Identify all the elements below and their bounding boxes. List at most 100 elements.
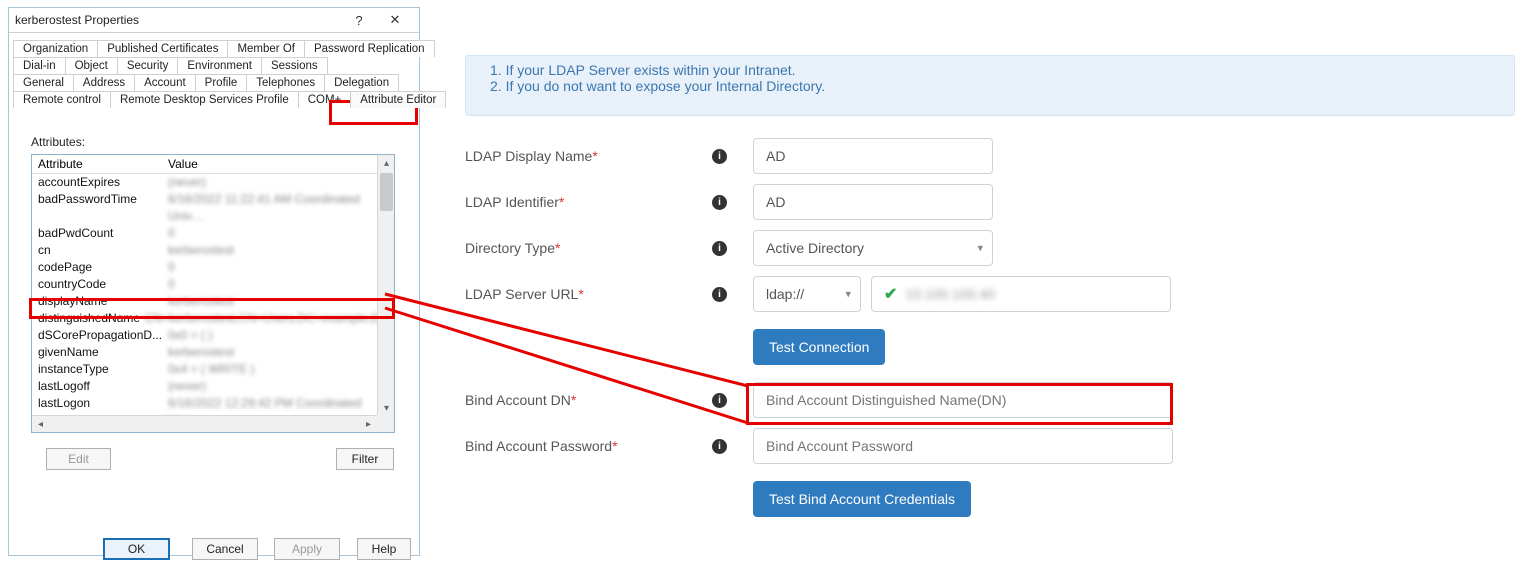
attr-value: 0 [168,276,388,293]
tab-general[interactable]: General [13,74,74,91]
scrollbar-vertical[interactable]: ▴ ▾ [377,155,394,417]
row-bind-password: Bind Account Password* i [465,423,1185,469]
tab-remote-control[interactable]: Remote control [13,91,111,108]
attr-name: displayName [38,293,168,310]
tab-sessions[interactable]: Sessions [261,57,328,74]
attr-name: cn [38,242,168,259]
scroll-left-icon[interactable]: ◂ [32,416,49,433]
table-row[interactable]: givenNamekerberostest [32,344,394,361]
tab-account[interactable]: Account [134,74,196,91]
tab-member-of[interactable]: Member Of [227,40,305,57]
table-row[interactable]: cnkerberostest [32,242,394,259]
table-row[interactable]: accountExpires(never) [32,174,394,191]
ok-button[interactable]: OK [103,538,170,560]
identifier-input[interactable] [753,184,993,220]
attr-value: kerberostest [168,344,388,361]
tab-profile[interactable]: Profile [195,74,248,91]
help-button[interactable]: Help [357,538,411,560]
info-panel: 1. If your LDAP Server exists within you… [465,55,1515,116]
tab-remote-desktop-services-profile[interactable]: Remote Desktop Services Profile [110,91,299,108]
tab-object[interactable]: Object [65,57,118,74]
attr-name: dSCorePropagationD... [38,327,168,344]
attr-name: codePage [38,259,168,276]
attributes-list[interactable]: Attribute Value accountExpires(never)bad… [31,154,395,433]
apply-button[interactable]: Apply [274,538,340,560]
test-connection-button[interactable]: Test Connection [753,329,885,365]
test-bind-credentials-button[interactable]: Test Bind Account Credentials [753,481,971,517]
attr-value: kerberostest [168,242,388,259]
row-test-connection: Test Connection [465,317,1185,377]
url-scheme-select[interactable] [753,276,861,312]
row-bind-dn: Bind Account DN* i [465,377,1185,423]
scrollbar-horizontal[interactable]: ◂ ▸ [32,415,377,432]
table-row[interactable]: distinguishedNameCN=kerberostest,CN=User… [32,310,394,327]
info-line-1: 1. If your LDAP Server exists within you… [490,62,1490,78]
table-row[interactable]: countryCode0 [32,276,394,293]
row-display-name: LDAP Display Name* i [465,133,1185,179]
info-icon[interactable]: i [712,195,727,210]
table-row[interactable]: dSCorePropagationD...0x0 = ( ) [32,327,394,344]
tab-strip: Organization Published Certificates Memb… [9,33,419,108]
table-row[interactable]: codePage0 [32,259,394,276]
table-row[interactable]: lastLogoff(never) [32,378,394,395]
attr-value: CN=kerberostest,CN=Users,DC=example,DC [145,310,388,327]
tab-password-replication[interactable]: Password Replication [304,40,435,57]
scrollbar-corner [377,415,394,432]
bind-password-input[interactable] [753,428,1173,464]
edit-button[interactable]: Edit [46,448,111,470]
close-icon[interactable]: ✕ [377,8,413,32]
attr-value: (never) [168,174,388,191]
cancel-button[interactable]: Cancel [192,538,258,560]
info-line-2: 2. If you do not want to expose your Int… [490,78,1490,94]
tab-security[interactable]: Security [117,57,179,74]
bind-dn-input[interactable] [753,382,1173,418]
help-icon[interactable]: ? [341,8,377,32]
tab-environment[interactable]: Environment [177,57,262,74]
tab-telephones[interactable]: Telephones [246,74,325,91]
info-icon[interactable]: i [712,241,727,256]
attributes-label: Attributes: [31,135,85,149]
window-title: kerberostest Properties [15,13,341,27]
tab-com-plus[interactable]: COM+ [298,91,352,108]
attr-value: 0x0 = ( ) [168,327,388,344]
row-test-bind: Test Bind Account Credentials [465,469,1185,529]
filter-button[interactable]: Filter [336,448,394,470]
tab-dial-in[interactable]: Dial-in [13,57,66,74]
info-icon[interactable]: i [712,149,727,164]
scroll-thumb[interactable] [380,173,393,211]
directory-type-select[interactable] [753,230,993,266]
table-row[interactable]: displayNamekerberostest [32,293,394,310]
info-icon[interactable]: i [712,439,727,454]
tab-delegation[interactable]: Delegation [324,74,399,91]
bind-password-label: Bind Account Password* [465,438,708,454]
row-server-url: LDAP Server URL* i ▾ ✔ 10.100.100.40 [465,271,1185,317]
table-row[interactable]: badPwdCount0 [32,225,394,242]
check-icon: ✔ [884,284,897,304]
tab-published-certificates[interactable]: Published Certificates [97,40,228,57]
attr-name: countryCode [38,276,168,293]
display-name-input[interactable] [753,138,993,174]
attributes-rows: accountExpires(never)badPasswordTime6/16… [32,174,394,433]
attr-value: 0 [168,225,388,242]
tab-attribute-editor[interactable]: Attribute Editor [350,91,446,108]
tab-organization[interactable]: Organization [13,40,98,57]
table-row[interactable]: badPasswordTime6/16/2022 11:22:41 AM Coo… [32,191,394,225]
attributes-header: Attribute Value [32,155,394,174]
info-icon[interactable]: i [712,393,727,408]
table-row[interactable]: instanceType0x4 = ( WRITE ) [32,361,394,378]
server-url-input[interactable]: ✔ 10.100.100.40 [871,276,1171,312]
scroll-right-icon[interactable]: ▸ [360,416,377,433]
info-icon[interactable]: i [712,287,727,302]
titlebar: kerberostest Properties ? ✕ [9,8,419,33]
attr-value: 0 [168,259,388,276]
attr-value: 0x4 = ( WRITE ) [168,361,388,378]
scroll-up-icon[interactable]: ▴ [378,155,395,172]
properties-dialog: kerberostest Properties ? ✕ Organization… [8,7,420,556]
directory-type-label: Directory Type* [465,240,708,256]
col-attribute[interactable]: Attribute [32,155,162,173]
tab-address[interactable]: Address [73,74,135,91]
col-value[interactable]: Value [162,155,394,173]
attr-name: lastLogoff [38,378,168,395]
bind-dn-label: Bind Account DN* [465,392,708,408]
attr-name: badPasswordTime [38,191,168,225]
